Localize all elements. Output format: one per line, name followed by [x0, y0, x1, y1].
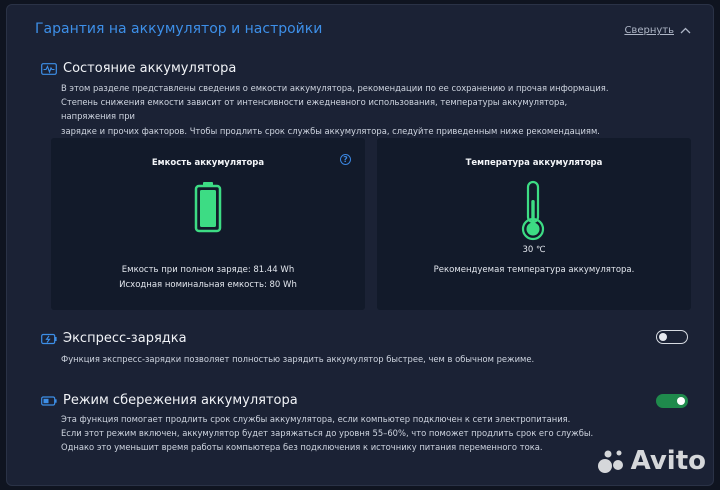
- express-charge-toggle[interactable]: [656, 330, 688, 344]
- chevron-up-icon: [680, 27, 691, 34]
- capacity-card: Емкость аккумулятора ? Емкость при полно…: [51, 138, 365, 310]
- express-charge-heading: Экспресс-зарядка: [41, 331, 187, 346]
- toggle-knob: [659, 332, 667, 341]
- collapse-label: Свернуть: [624, 25, 674, 36]
- battery-saver-title: Режим сбережения аккумулятора: [63, 393, 298, 408]
- help-icon[interactable]: ?: [340, 154, 351, 165]
- recommended-temperature-note: Рекомендуемая температура аккумулятора.: [433, 265, 635, 275]
- panel-title: Гарантия на аккумулятор и настройки: [35, 21, 323, 37]
- description-line: зарядке и прочих факторов. Чтобы продлит…: [61, 125, 600, 136]
- express-charge-description: Функция экспресс-зарядки позволяет полно…: [61, 354, 535, 364]
- battery-health-icon: [41, 62, 57, 75]
- express-charge-title: Экспресс-зарядка: [63, 331, 187, 346]
- full-charge-capacity: Емкость при полном заряде: 81.44 Wh: [121, 265, 295, 275]
- temperature-card-title: Температура аккумулятора: [465, 158, 603, 168]
- collapse-button[interactable]: Свернуть: [624, 25, 691, 36]
- capacity-card-title: Емкость аккумулятора: [151, 158, 265, 168]
- battery-status-description: В этом разделе представлены сведения о е…: [61, 81, 621, 138]
- battery-saver-icon: [41, 395, 57, 406]
- temperature-card: Температура аккумулятора 30 ℃ Рекомендуе…: [377, 138, 691, 310]
- battery-status-heading: Состояние аккумулятора: [41, 61, 236, 76]
- battery-saver-toggle[interactable]: [656, 394, 688, 408]
- thermometer-icon: [521, 180, 545, 241]
- description-line: Если этот режим включен, аккумулятор буд…: [61, 428, 594, 439]
- description-line: Эта функция помогает продлить срок служб…: [61, 414, 571, 424]
- watermark-text: Avito: [630, 446, 706, 476]
- battery-saver-heading: Режим сбережения аккумулятора: [41, 393, 298, 408]
- description-line: Однако это уменьшит время работы компьют…: [61, 442, 543, 453]
- avito-watermark: Avito: [597, 446, 706, 476]
- express-charge-icon: [41, 333, 57, 344]
- battery-icon: [194, 182, 222, 233]
- battery-fill: [200, 190, 216, 227]
- description-line: В этом разделе представлены сведения о е…: [61, 83, 609, 93]
- battery-status-title: Состояние аккумулятора: [63, 61, 237, 76]
- avito-logo-icon: [597, 450, 623, 473]
- description-line: Степень снижения емкости зависит от инте…: [61, 97, 568, 122]
- toggle-knob: [677, 396, 685, 405]
- design-capacity: Исходная номинальная емкость: 80 Wh: [119, 280, 297, 290]
- battery-temperature-value: 30 ℃: [522, 245, 546, 255]
- battery-settings-panel: Гарантия на аккумулятор и настройки Свер…: [6, 4, 714, 486]
- battery-saver-description: Эта функция помогает продлить срок служб…: [61, 412, 621, 455]
